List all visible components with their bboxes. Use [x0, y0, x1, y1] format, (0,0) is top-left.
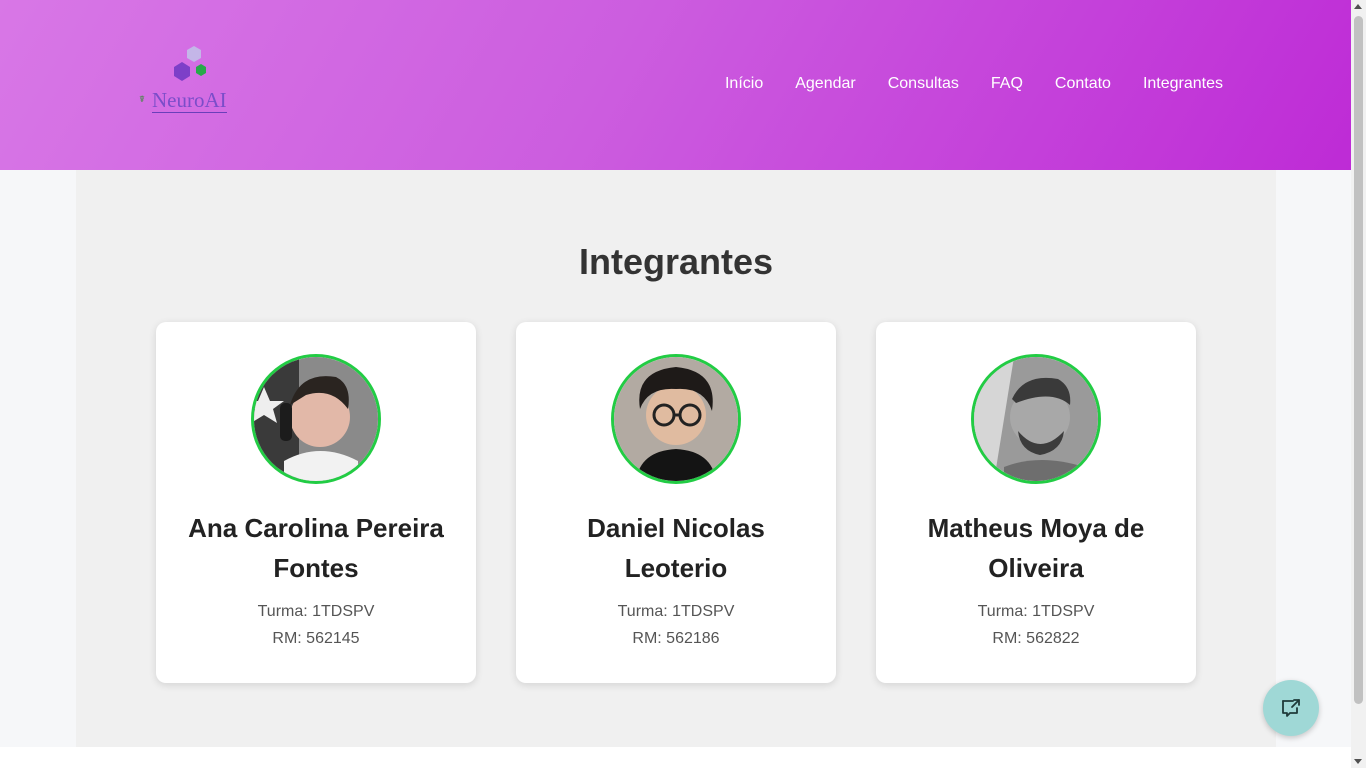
member-name: Daniel Nicolas Leoterio — [587, 513, 765, 583]
member-card: Matheus Moya de Oliveira Turma: 1TDSPV R… — [876, 322, 1196, 683]
chat-button[interactable] — [1263, 680, 1319, 736]
site-header: ☤ NeuroAI Início Agendar Consultas FAQ C… — [0, 0, 1351, 170]
members-list: Ana Carolina Pereira Fontes Turma: 1TDSP… — [156, 322, 1196, 683]
logo-mini-mark: ☤ — [139, 95, 146, 105]
logo-name: Neuro — [152, 88, 205, 112]
member-turma: Turma: 1TDSPV — [617, 603, 735, 620]
members-section: Integrantes Ana Carolina Pereira Fontes … — [76, 170, 1276, 747]
member-turma: Turma: 1TDSPV — [977, 603, 1095, 620]
member-rm: RM: 562145 — [272, 630, 360, 647]
member-info: Turma: 1TDSPV RM: 562145 — [156, 598, 476, 652]
nav-agendar[interactable]: Agendar — [795, 74, 856, 94]
scroll-down-arrow-icon[interactable] — [1354, 759, 1362, 764]
avatar — [251, 354, 381, 484]
chat-share-icon — [1282, 699, 1300, 717]
member-card: Ana Carolina Pereira Fontes Turma: 1TDSP… — [156, 322, 476, 683]
scroll-thumb[interactable] — [1354, 16, 1363, 704]
scroll-up-arrow-icon[interactable] — [1354, 4, 1362, 9]
member-turma: Turma: 1TDSPV — [257, 603, 375, 620]
nav-faq[interactable]: FAQ — [991, 74, 1023, 94]
nav-contato[interactable]: Contato — [1055, 74, 1111, 94]
member-name: Matheus Moya de Oliveira — [927, 513, 1145, 583]
page-title: Integrantes — [578, 241, 774, 282]
member-card: Daniel Nicolas Leoterio Turma: 1TDSPV RM… — [516, 322, 836, 683]
nav-integrantes[interactable]: Integrantes — [1143, 74, 1223, 94]
scrollbar[interactable] — [1351, 0, 1366, 768]
avatar — [611, 354, 741, 484]
avatar — [971, 354, 1101, 484]
hexagon-molecule-icon — [174, 46, 206, 81]
member-rm: RM: 562186 — [632, 630, 720, 647]
member-info: Turma: 1TDSPV RM: 562186 — [516, 598, 836, 652]
member-info: Turma: 1TDSPV RM: 562822 — [876, 598, 1196, 652]
logo[interactable]: ☤ NeuroAI — [138, 44, 248, 118]
nav-inicio[interactable]: Início — [725, 74, 763, 94]
footer-strip — [0, 747, 1351, 768]
member-rm: RM: 562822 — [992, 630, 1080, 647]
member-name: Ana Carolina Pereira Fontes — [188, 513, 444, 583]
nav-consultas[interactable]: Consultas — [888, 74, 959, 94]
logo-text: NeuroAI — [152, 89, 227, 113]
main-nav: Início Agendar Consultas FAQ Contato Int… — [725, 74, 1223, 94]
logo-ai: AI — [204, 88, 227, 112]
